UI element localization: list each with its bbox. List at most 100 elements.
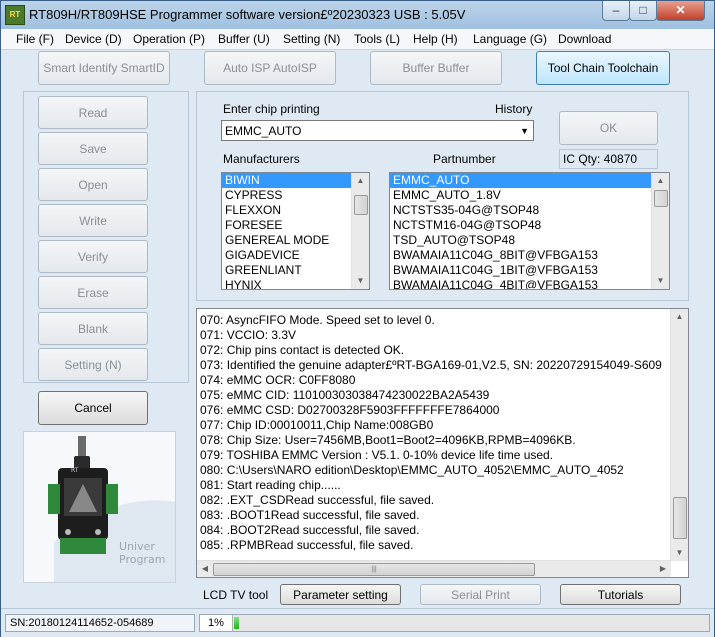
scroll-thumb[interactable] bbox=[673, 497, 687, 539]
serial-print-button[interactable]: Serial Print bbox=[420, 584, 541, 605]
serial-number: SN:20180124114652-054689 bbox=[5, 614, 195, 632]
list-item[interactable]: FORESEE bbox=[222, 218, 369, 233]
scroll-up-icon[interactable]: ▲ bbox=[652, 173, 669, 189]
close-button[interactable]: ✕ bbox=[656, 1, 705, 21]
log-line: 080: C:\Users\NARO edition\Desktop\EMMC_… bbox=[200, 463, 624, 477]
tutorials-button[interactable]: Tutorials bbox=[560, 584, 681, 605]
progress-bar: 1% bbox=[199, 614, 710, 632]
menu-device[interactable]: Device (D) bbox=[65, 32, 122, 46]
erase-button[interactable]: Erase bbox=[38, 276, 148, 309]
scroll-down-icon[interactable]: ▼ bbox=[671, 545, 688, 561]
menu-bar: File (F) Device (D) Operation (P) Buffer… bbox=[1, 29, 714, 50]
manufacturers-list[interactable]: BIWIN CYPRESS FLEXXON FORESEE GENEREAL M… bbox=[221, 172, 370, 290]
scroll-left-icon[interactable]: ◀ bbox=[197, 561, 213, 577]
read-button[interactable]: Read bbox=[38, 96, 148, 129]
buffer-button[interactable]: Buffer Buffer bbox=[370, 51, 502, 85]
scroll-right-icon[interactable]: ▶ bbox=[655, 561, 671, 577]
log-line: 073: Identified the genuine adapter£ºRT-… bbox=[200, 358, 662, 372]
log-line: 084: .BOOT2Read successful, file saved. bbox=[200, 523, 420, 537]
app-icon: RT bbox=[5, 5, 25, 25]
minimize-button[interactable]: – bbox=[602, 1, 630, 21]
list-item[interactable]: BIWIN bbox=[222, 173, 369, 188]
partnumber-scrollbar[interactable]: ▲ ▼ bbox=[651, 173, 669, 289]
log-line: 079: TOSHIBA EMMC Version : V5.1. 0-10% … bbox=[200, 448, 554, 462]
auto-isp-button[interactable]: Auto ISP AutoISP bbox=[204, 51, 336, 85]
log-line: 072: Chip pins contact is detected OK. bbox=[200, 343, 405, 357]
manufacturers-scrollbar[interactable]: ▲ ▼ bbox=[351, 173, 369, 289]
list-item[interactable]: BWAMAIA11C04G_1BIT@VFBGA153 bbox=[390, 263, 669, 278]
list-item[interactable]: HYNIX bbox=[222, 278, 369, 289]
chip-printing-value: EMMC_AUTO bbox=[225, 124, 302, 138]
partnumber-label: Partnumber bbox=[433, 152, 496, 166]
adapter-watermark-univer: Univer bbox=[119, 540, 155, 553]
open-button[interactable]: Open bbox=[38, 168, 148, 201]
log-line: 071: VCCIO: 3.3V bbox=[200, 328, 297, 342]
setting-button[interactable]: Setting (N) bbox=[38, 348, 148, 381]
log-line: 077: Chip ID:00010011,Chip Name:008GB0 bbox=[200, 418, 434, 432]
adapter-illustration: RT Univer Program bbox=[24, 432, 175, 582]
log-vertical-scrollbar[interactable]: ▲ ▼ bbox=[670, 309, 688, 561]
list-item[interactable]: EMMC_AUTO bbox=[390, 173, 669, 188]
history-label: History bbox=[495, 102, 533, 116]
tool-chain-button[interactable]: Tool Chain Toolchain bbox=[536, 51, 670, 85]
log-horizontal-scrollbar[interactable]: ◀ ||| ▶ bbox=[197, 560, 671, 577]
title-bar[interactable]: RT RT809H/RT809HSE Programmer software v… bbox=[1, 1, 714, 29]
enter-chip-label: Enter chip printing bbox=[223, 102, 320, 116]
adapter-image: RT Univer Program bbox=[23, 431, 176, 583]
list-item[interactable]: BWAMAIA11C04G_8BIT@VFBGA153 bbox=[390, 248, 669, 263]
progress-fill bbox=[234, 617, 239, 629]
list-item[interactable]: NCTSTM16-04G@TSOP48 bbox=[390, 218, 669, 233]
scroll-down-icon[interactable]: ▼ bbox=[352, 273, 369, 289]
menu-buffer[interactable]: Buffer (U) bbox=[218, 32, 270, 46]
log-line: 085: .RPMBRead successful, file saved. bbox=[200, 538, 414, 552]
verify-button[interactable]: Verify bbox=[38, 240, 148, 273]
status-bar: SN:20180124114652-054689 1% bbox=[1, 608, 714, 637]
save-button[interactable]: Save bbox=[38, 132, 148, 165]
partnumber-list[interactable]: EMMC_AUTO EMMC_AUTO_1.8V NCTSTS35-04G@TS… bbox=[389, 172, 670, 290]
log-line: 082: .EXT_CSDRead successful, file saved… bbox=[200, 493, 435, 507]
log-line: 078: Chip Size: User=7456MB,Boot1=Boot2=… bbox=[200, 433, 576, 447]
menu-file[interactable]: File (F) bbox=[16, 32, 54, 46]
scroll-thumb[interactable]: ||| bbox=[213, 563, 535, 576]
list-item[interactable]: NCTSTS35-04G@TSOP48 bbox=[390, 203, 669, 218]
log-line: 074: eMMC OCR: C0FF8080 bbox=[200, 373, 356, 387]
menu-setting[interactable]: Setting (N) bbox=[283, 32, 340, 46]
adapter-logo-text: RT bbox=[71, 467, 79, 474]
parameter-setting-button[interactable]: Parameter setting bbox=[280, 584, 401, 605]
menu-operation[interactable]: Operation (P) bbox=[133, 32, 205, 46]
scroll-down-icon[interactable]: ▼ bbox=[652, 273, 669, 289]
lcd-tv-tool-label: LCD TV tool bbox=[203, 588, 269, 602]
list-item[interactable]: CYPRESS bbox=[222, 188, 369, 203]
scroll-up-icon[interactable]: ▲ bbox=[352, 173, 369, 189]
log-line: 076: eMMC CSD: D02700328F5903FFFFFFFE786… bbox=[200, 403, 500, 417]
log-line: 075: eMMC CID: 110100303038474230022BA2A… bbox=[200, 388, 490, 402]
list-item[interactable]: GENEREAL MODE bbox=[222, 233, 369, 248]
log-output[interactable]: 070: AsyncFIFO Mode. Speed set to level … bbox=[196, 308, 689, 578]
chevron-down-icon[interactable]: ▼ bbox=[520, 126, 529, 136]
smart-identify-button[interactable]: Smart Identify SmartID bbox=[38, 51, 170, 85]
menu-download[interactable]: Download bbox=[558, 32, 611, 46]
chip-printing-combo[interactable]: EMMC_AUTO ▼ bbox=[221, 120, 534, 141]
list-item[interactable]: GIGADEVICE bbox=[222, 248, 369, 263]
log-line: 070: AsyncFIFO Mode. Speed set to level … bbox=[200, 313, 435, 327]
manufacturers-label: Manufacturers bbox=[223, 152, 300, 166]
write-button[interactable]: Write bbox=[38, 204, 148, 237]
menu-language[interactable]: Language (G) bbox=[473, 32, 547, 46]
list-item[interactable]: BWAMAIA11C04G_4BIT@VFBGA153 bbox=[390, 278, 669, 289]
ic-qty-readout: IC Qty: 40870 bbox=[559, 149, 658, 169]
scroll-up-icon[interactable]: ▲ bbox=[671, 309, 688, 325]
log-line: 081: Start reading chip...... bbox=[200, 478, 341, 492]
blank-button[interactable]: Blank bbox=[38, 312, 148, 345]
list-item[interactable]: GREENLIANT bbox=[222, 263, 369, 278]
scroll-thumb[interactable] bbox=[654, 190, 668, 207]
ok-button[interactable]: OK bbox=[559, 111, 658, 145]
progress-percent: 1% bbox=[208, 617, 224, 629]
menu-help[interactable]: Help (H) bbox=[413, 32, 458, 46]
maximize-button[interactable]: □ bbox=[629, 1, 657, 21]
list-item[interactable]: EMMC_AUTO_1.8V bbox=[390, 188, 669, 203]
scroll-thumb[interactable] bbox=[354, 195, 368, 215]
list-item[interactable]: FLEXXON bbox=[222, 203, 369, 218]
list-item[interactable]: TSD_AUTO@TSOP48 bbox=[390, 233, 669, 248]
menu-tools[interactable]: Tools (L) bbox=[354, 32, 400, 46]
cancel-button[interactable]: Cancel bbox=[38, 391, 148, 425]
